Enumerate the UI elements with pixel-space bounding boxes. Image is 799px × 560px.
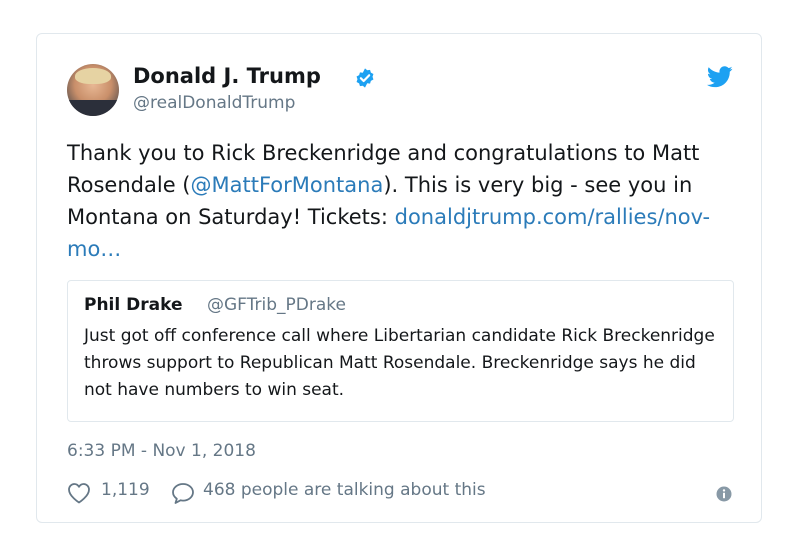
quoted-tweet-text: Just got off conference call where Liber…: [84, 326, 715, 400]
tweet-card: Donald J. Trump @realDonaldTrump Thank y…: [36, 33, 762, 523]
heart-icon[interactable]: [67, 482, 91, 504]
tweet-text: Thank you to Rick Breckenridge and congr…: [67, 137, 747, 265]
quoted-tweet[interactable]: Phil Drake @GFTrib_PDrake Just got off c…: [67, 280, 734, 422]
avatar-suit: [67, 100, 119, 116]
comment-bubble-icon[interactable]: [171, 482, 195, 504]
twitter-bird-icon[interactable]: [707, 66, 733, 88]
author-handle[interactable]: @realDonaldTrump: [133, 93, 295, 113]
author-avatar[interactable]: [67, 64, 119, 116]
avatar-hair: [75, 68, 111, 84]
conversation-link[interactable]: 468 people are talking about this: [203, 480, 486, 500]
action-bar: 1,119 468 people are talking about this: [67, 480, 737, 504]
verified-badge-icon: [356, 68, 374, 88]
info-icon[interactable]: [716, 486, 732, 502]
mention-link[interactable]: @MattForMontana: [191, 173, 384, 197]
like-count[interactable]: 1,119: [101, 480, 150, 500]
tweet-timestamp[interactable]: 6:33 PM - Nov 1, 2018: [67, 441, 256, 461]
author-name[interactable]: Donald J. Trump: [133, 64, 321, 88]
quoted-author-name: Phil Drake: [84, 295, 183, 315]
quoted-author-handle: @GFTrib_PDrake: [207, 295, 346, 315]
